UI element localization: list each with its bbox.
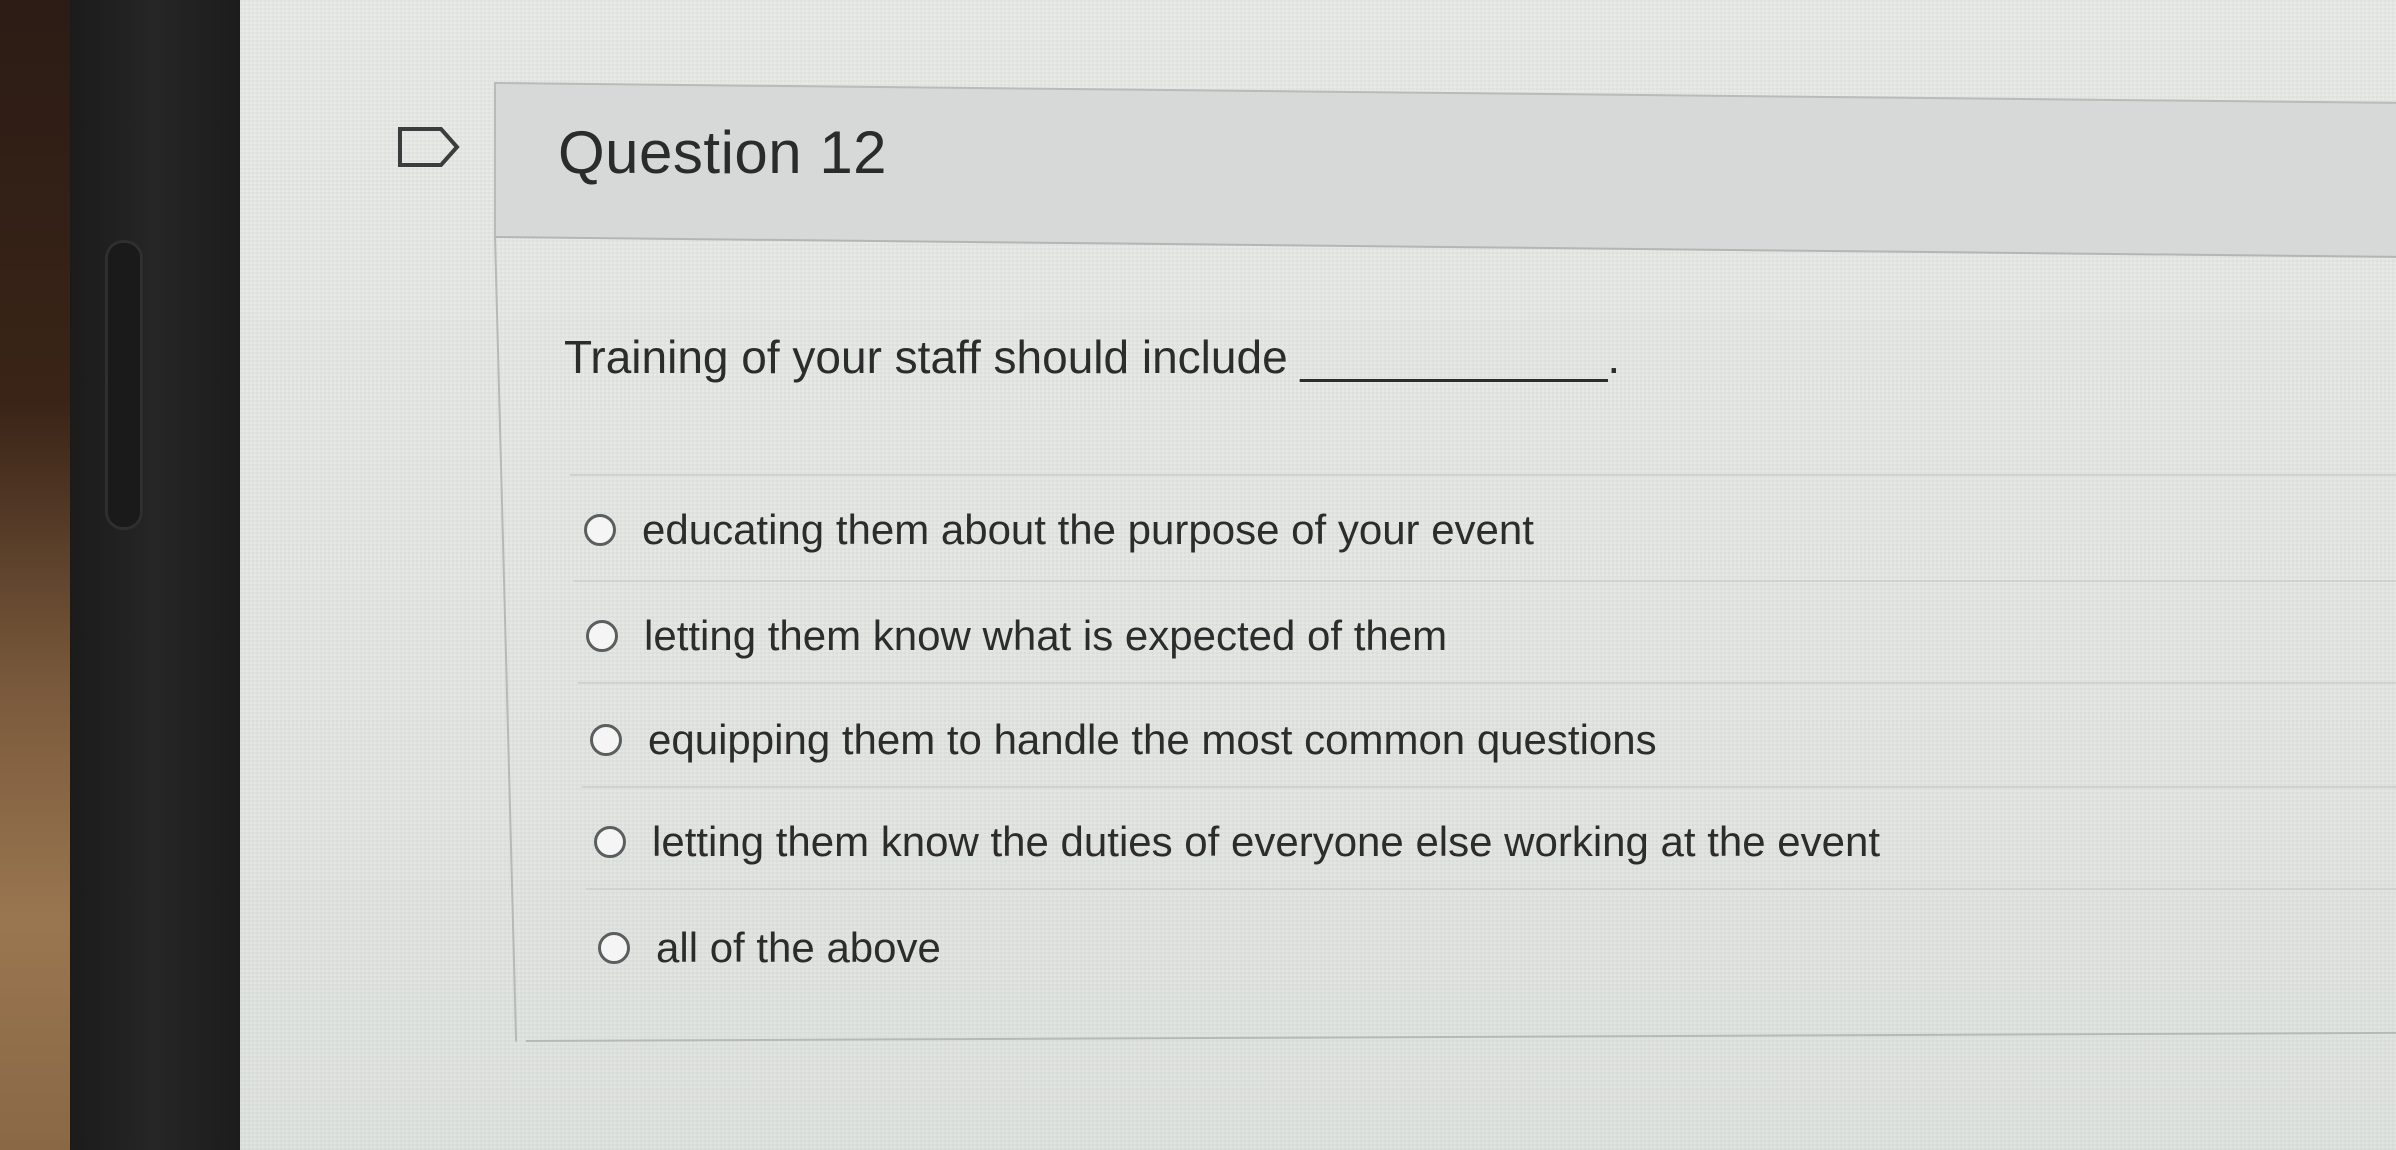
answer-label: letting them know the duties of everyone…	[652, 818, 1881, 865]
answer-label: equipping them to handle the most common…	[648, 716, 1657, 763]
monitor-bezel-slot	[105, 240, 143, 530]
answer-option[interactable]: letting them know the duties of everyone…	[594, 818, 1880, 866]
divider	[574, 580, 2396, 582]
question-prompt: Training of your staff should include __…	[564, 331, 1621, 383]
answer-option[interactable]: equipping them to handle the most common…	[590, 716, 1657, 764]
radio-button[interactable]	[598, 932, 630, 964]
radio-button[interactable]	[586, 620, 618, 652]
answer-option[interactable]: all of the above	[598, 924, 941, 972]
answer-label: educating them about the purpose of your…	[642, 506, 1534, 553]
photo-of-screen: Question 12 Training of your staff shoul…	[0, 0, 2396, 1150]
answer-option[interactable]: letting them know what is expected of th…	[586, 612, 1447, 660]
monitor-bezel	[70, 0, 242, 1150]
divider	[578, 682, 2396, 684]
divider	[586, 888, 2396, 890]
divider	[570, 474, 2396, 476]
background-desk	[0, 0, 80, 1150]
radio-button[interactable]	[594, 826, 626, 858]
answer-label: letting them know what is expected of th…	[644, 612, 1448, 659]
flag-question-icon[interactable]	[397, 126, 461, 168]
answer-option[interactable]: educating them about the purpose of your…	[584, 506, 1534, 554]
divider	[582, 786, 2396, 788]
radio-button[interactable]	[584, 514, 616, 546]
question-title: Question 12	[558, 119, 888, 186]
answer-label: all of the above	[656, 924, 941, 971]
radio-button[interactable]	[590, 724, 622, 756]
